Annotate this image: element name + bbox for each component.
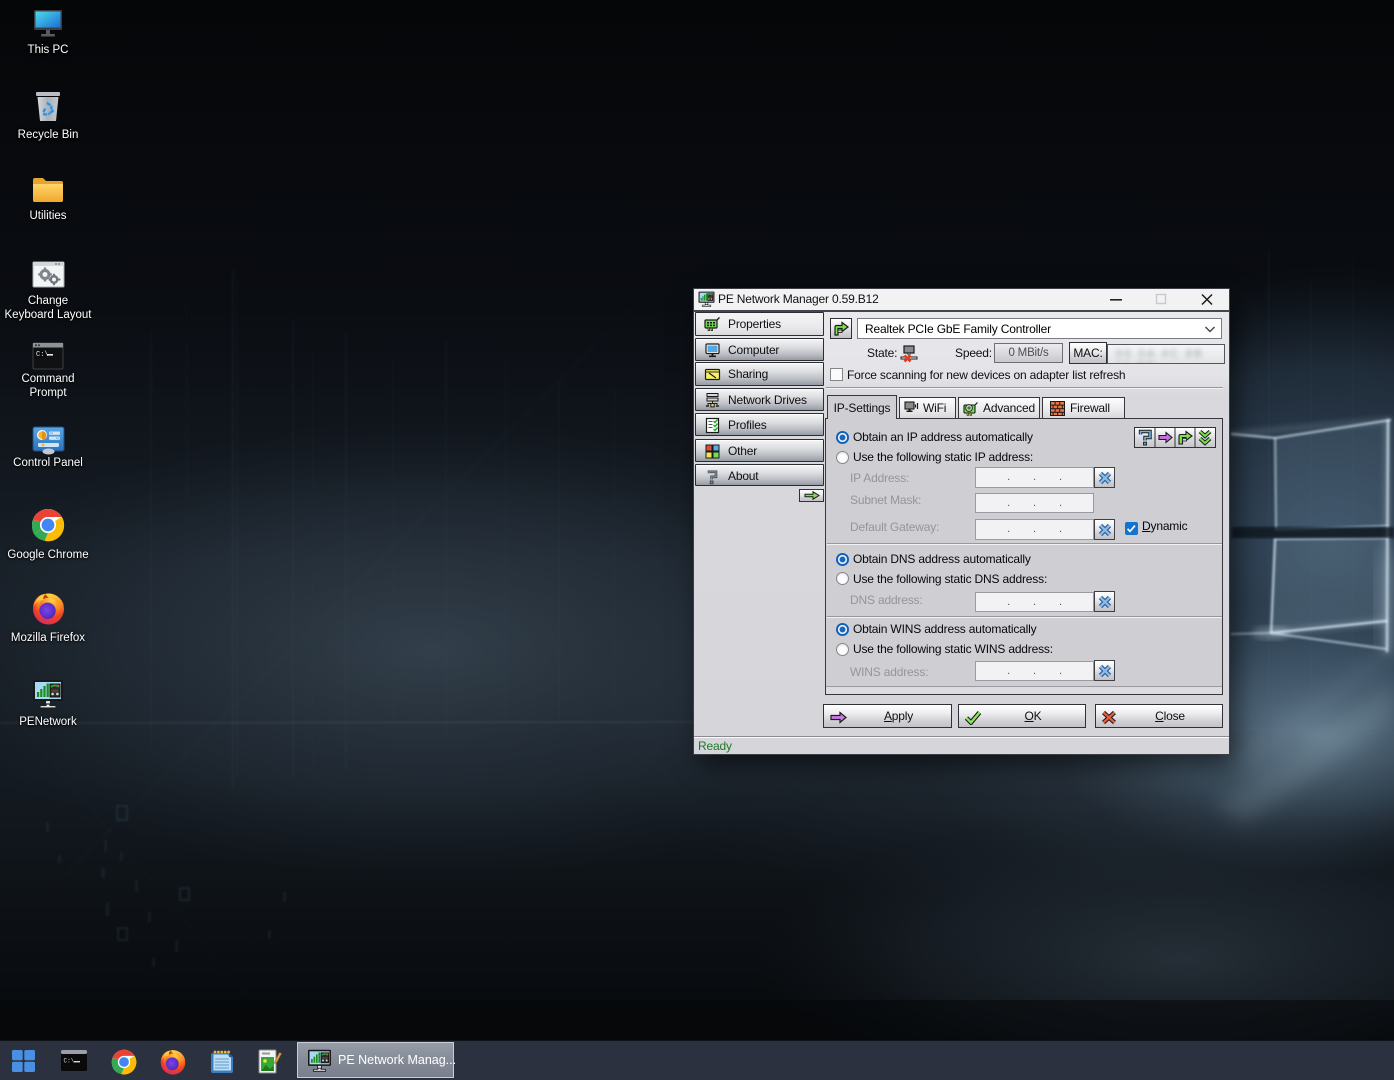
svg-text:C:\: C:\ bbox=[36, 351, 49, 359]
svg-text:C:\: C:\ bbox=[64, 1058, 75, 1065]
